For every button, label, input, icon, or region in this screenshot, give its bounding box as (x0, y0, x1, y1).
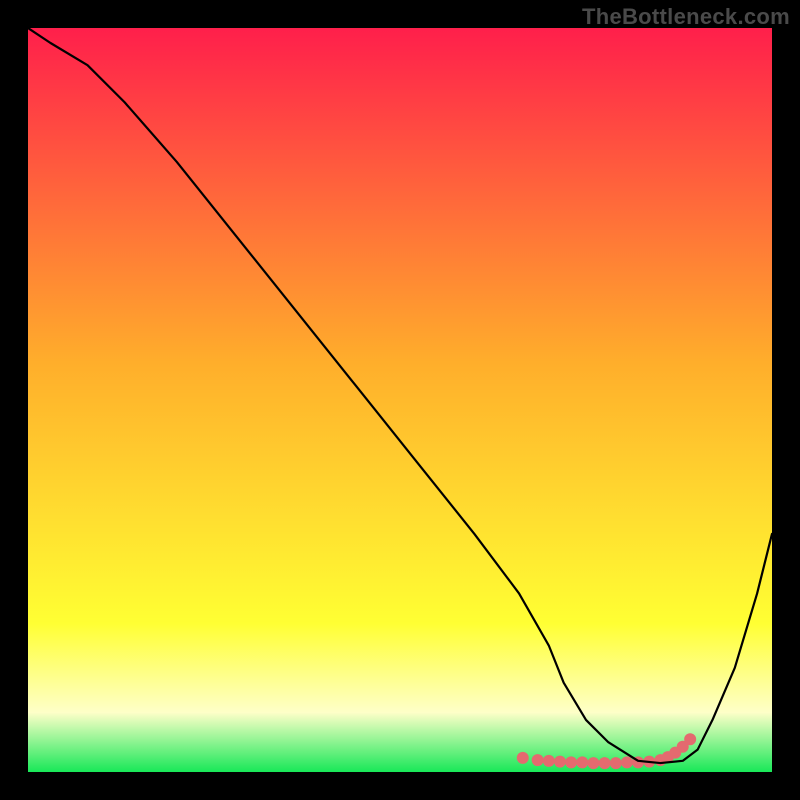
plot-area (28, 28, 772, 772)
watermark-text: TheBottleneck.com (582, 4, 790, 30)
highlight-dot (684, 733, 696, 745)
highlight-dot (565, 756, 577, 768)
gradient-background (28, 28, 772, 772)
highlight-dot (517, 752, 529, 764)
chart-frame: TheBottleneck.com (0, 0, 800, 800)
highlight-dot (610, 757, 622, 769)
highlight-dot (576, 756, 588, 768)
highlight-dot (599, 757, 611, 769)
highlight-dot (621, 756, 633, 768)
highlight-dot (543, 755, 555, 767)
chart-svg (28, 28, 772, 772)
highlight-dot (532, 754, 544, 766)
highlight-dot (554, 756, 566, 768)
highlight-dot (587, 757, 599, 769)
